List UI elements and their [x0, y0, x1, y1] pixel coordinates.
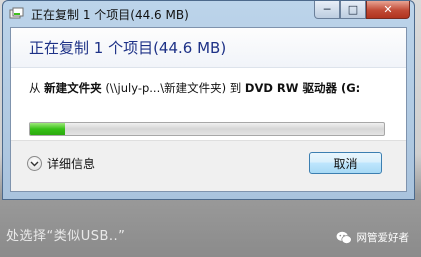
watermark: 网管爱好者 — [336, 230, 410, 245]
dialog-header: 正在复制 1 个项目(44.6 MB) — [11, 28, 406, 68]
details-toggle[interactable]: 详细信息 — [27, 155, 95, 172]
cancel-button[interactable]: 取消 — [309, 152, 382, 174]
copy-source-destination: 从 新建文件夹 (\\july-p...\新建文件夹) 到 DVD RW 驱动器… — [29, 80, 360, 96]
progress-fill — [30, 123, 66, 135]
maximize-button[interactable]: □ — [340, 1, 366, 19]
copy-dialog-window: 正在复制 1 个项目(44.6 MB) ─ □ ✕ 正在复制 1 个项目(44.… — [2, 0, 415, 200]
window-controls: ─ □ ✕ — [314, 1, 410, 19]
background-caption: 处选择“类似USB..” — [6, 229, 126, 244]
details-label[interactable]: 详细信息 — [47, 155, 95, 172]
destination-drive-link[interactable]: DVD RW 驱动器 (G: — [245, 81, 360, 95]
copy-progress-bar — [29, 122, 385, 136]
to-prefix: 到 — [229, 81, 242, 95]
dialog-footer: 详细信息 取消 — [11, 140, 406, 191]
title-bar[interactable]: 正在复制 1 个项目(44.6 MB) ─ □ ✕ — [3, 1, 414, 27]
window-title: 正在复制 1 个项目(44.6 MB) — [31, 7, 189, 22]
copy-progress-icon — [9, 7, 24, 19]
source-folder-link[interactable]: 新建文件夹 — [44, 81, 102, 95]
chevron-down-icon[interactable] — [27, 156, 42, 171]
watermark-text: 网管爱好者 — [356, 232, 410, 244]
source-path: (\\july-p...\新建文件夹) — [105, 81, 227, 95]
close-button[interactable]: ✕ — [366, 1, 410, 19]
wechat-logo-icon — [336, 231, 352, 244]
from-prefix: 从 — [29, 81, 41, 95]
dialog-client-area: 正在复制 1 个项目(44.6 MB) 从 新建文件夹 (\\july-p...… — [10, 27, 407, 192]
minimize-button[interactable]: ─ — [314, 1, 340, 19]
